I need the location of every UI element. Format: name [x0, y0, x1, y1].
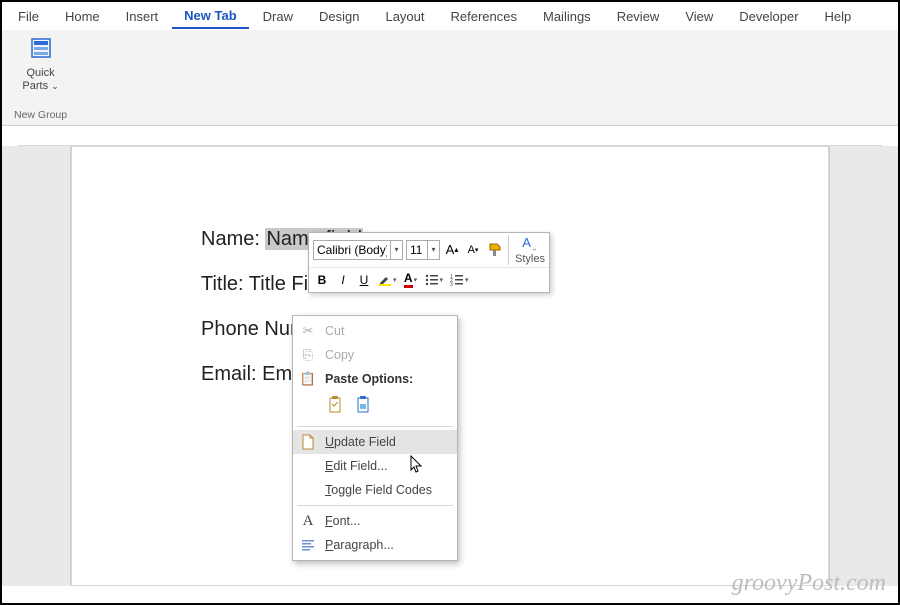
label-title: Title: [201, 273, 249, 295]
tab-design[interactable]: Design [307, 4, 371, 28]
underline-button[interactable]: U [355, 270, 373, 290]
tab-file[interactable]: File [6, 4, 51, 28]
quick-parts-button[interactable]: QuickParts ⌄ [18, 34, 62, 94]
shrink-font-button[interactable]: A▾ [464, 240, 482, 260]
ctx-toggle-field-codes[interactable]: Toggle Field Codes [293, 478, 457, 502]
tab-view[interactable]: View [673, 4, 725, 28]
font-color-button[interactable]: A▾ [402, 270, 420, 290]
highlight-button[interactable]: ▾ [376, 270, 399, 290]
tab-review[interactable]: Review [605, 4, 672, 28]
ribbon-group-new-group: QuickParts ⌄ New Group [8, 34, 73, 121]
quick-parts-label: QuickParts ⌄ [22, 67, 58, 92]
paste-keep-source-icon[interactable] [325, 395, 347, 417]
quick-parts-icon [29, 36, 53, 65]
svg-text:3: 3 [450, 282, 453, 287]
font-icon: A [299, 513, 317, 530]
font-name-input[interactable] [313, 240, 391, 260]
chevron-down-icon[interactable]: ▾ [428, 240, 440, 260]
font-size-select[interactable]: ▾ [406, 240, 440, 260]
numbering-button[interactable]: 123▾ [448, 270, 471, 290]
font-name-select[interactable]: ▾ [313, 240, 403, 260]
ctx-paragraph[interactable]: Paragraph... [293, 533, 457, 557]
ctx-cut[interactable]: ✂ Cut [293, 319, 457, 343]
tab-developer[interactable]: Developer [727, 4, 810, 28]
ribbon-tablist: File Home Insert New Tab Draw Design Lay… [2, 2, 898, 30]
tab-draw[interactable]: Draw [251, 4, 305, 28]
scissors-icon: ✂ [299, 323, 317, 339]
paste-options-row [293, 391, 457, 423]
bold-button[interactable]: B [313, 270, 331, 290]
styles-button[interactable]: A⌄ Styles [508, 235, 545, 265]
ctx-copy[interactable]: ⎘ Copy [293, 343, 457, 367]
context-menu: ✂ Cut ⎘ Copy 📋 Paste Options: Update Fie… [292, 315, 458, 561]
copy-icon: ⎘ [299, 347, 317, 363]
ctx-edit-field[interactable]: Edit Field... [293, 454, 457, 478]
tab-mailings[interactable]: Mailings [531, 4, 603, 28]
ctx-paste-options-header: 📋 Paste Options: [293, 367, 457, 391]
tab-layout[interactable]: Layout [373, 4, 436, 28]
tab-references[interactable]: References [439, 4, 529, 28]
ctx-update-field[interactable]: Update Field [293, 430, 457, 454]
chevron-down-icon[interactable]: ▾ [391, 240, 403, 260]
separator [297, 505, 453, 506]
label-name: Name: [201, 228, 265, 250]
grow-font-button[interactable]: A▴ [443, 240, 461, 260]
ribbon: QuickParts ⌄ New Group [2, 30, 898, 126]
paste-picture-icon[interactable] [353, 395, 375, 417]
watermark: groovyPost.com [732, 570, 886, 597]
format-painter-button[interactable] [485, 240, 505, 260]
font-size-input[interactable] [406, 240, 428, 260]
mini-toolbar: ▾ ▾ A▴ A▾ A⌄ Styles B I U ▾ A▾ ▾ 123▾ [308, 232, 550, 293]
tab-home[interactable]: Home [53, 4, 112, 28]
ctx-font[interactable]: A Font... [293, 509, 457, 533]
bullets-button[interactable]: ▾ [423, 270, 446, 290]
tab-help[interactable]: Help [813, 4, 864, 28]
separator [297, 426, 453, 427]
paragraph-icon [299, 538, 317, 552]
ribbon-group-label: New Group [14, 109, 67, 121]
tab-new-tab[interactable]: New Tab [172, 3, 249, 29]
ruler[interactable] [18, 126, 882, 146]
label-email: Email: [201, 363, 262, 385]
italic-button[interactable]: I [334, 270, 352, 290]
tab-insert[interactable]: Insert [114, 4, 171, 28]
clipboard-icon: 📋 [299, 371, 317, 387]
document-icon [299, 434, 317, 450]
